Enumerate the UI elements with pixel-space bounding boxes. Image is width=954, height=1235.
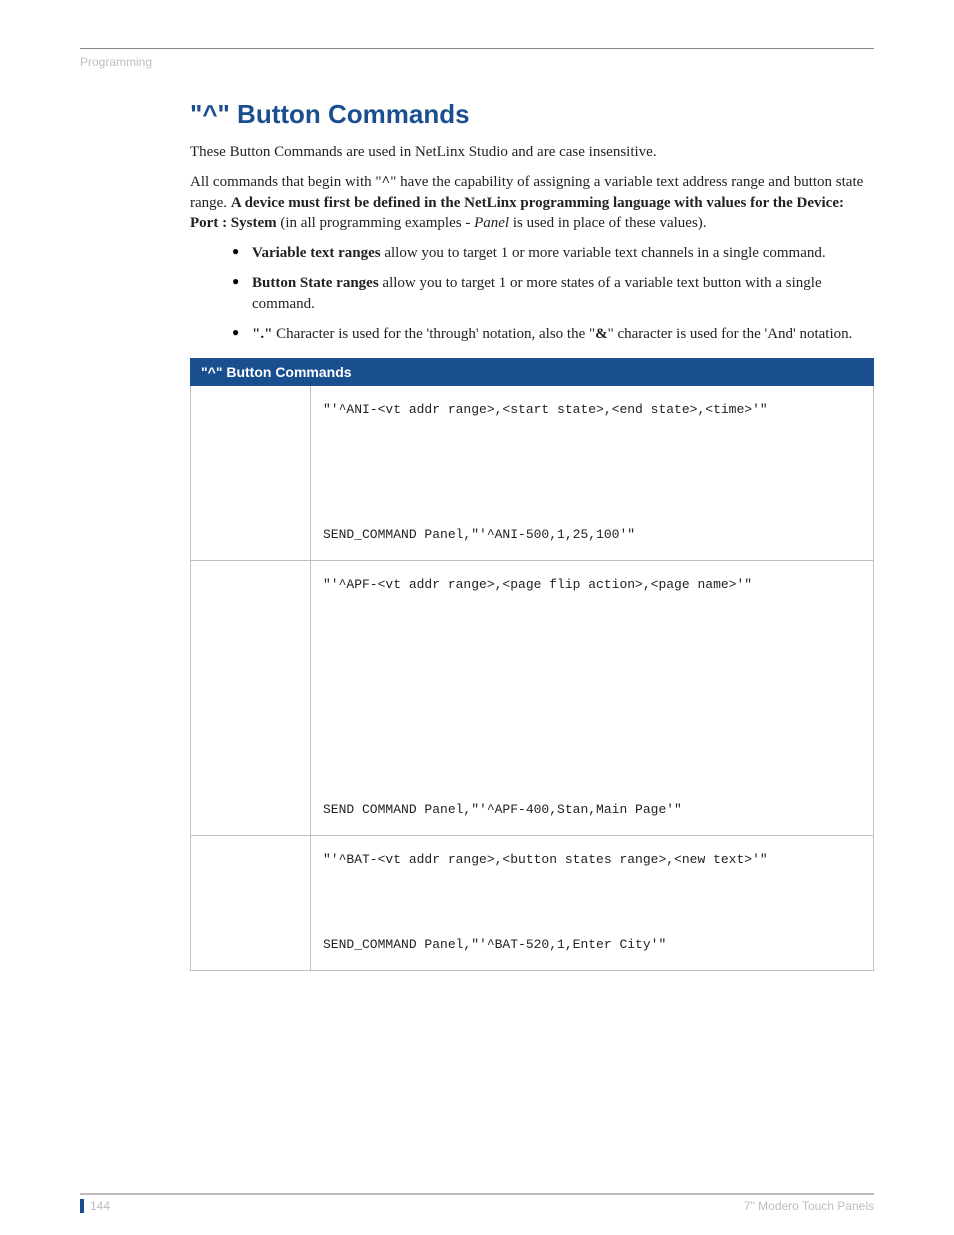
bullet-text2: " character is used for the 'And' notati… [608, 326, 853, 342]
bullet-item: Button State ranges allow you to target … [232, 273, 874, 314]
table-row: "'^BAT-<vt addr range>,<button states ra… [191, 836, 874, 971]
bullet-text: allow you to target 1 or more variable t… [381, 245, 826, 261]
page-title: "^" Button Commands [190, 99, 874, 130]
intro2-post2: is used in place of these values). [509, 215, 706, 231]
bullet-bold: "." [252, 326, 272, 342]
bullet-bold: Variable text ranges [252, 245, 381, 261]
bullet-item: Variable text ranges allow you to target… [232, 243, 874, 263]
example-code: SEND_COMMAND Panel,"'^ANI-500,1,25,100'" [323, 527, 861, 542]
commands-table: "^" Button Commands "'^ANI-<vt addr rang… [190, 358, 874, 971]
page-footer: 144 7" Modero Touch Panels [80, 1193, 874, 1213]
syntax-code: "'^BAT-<vt addr range>,<button states ra… [323, 852, 861, 867]
intro2-post1: (in all programming examples - [277, 215, 474, 231]
table-cell-right: "'^BAT-<vt addr range>,<button states ra… [311, 836, 874, 971]
intro2-caret: ^ [382, 174, 391, 190]
example-code: SEND COMMAND Panel,"'^APF-400,Stan,Main … [323, 802, 861, 817]
main-content: "^" Button Commands These Button Command… [190, 99, 874, 971]
table-header: "^" Button Commands [191, 359, 874, 386]
table-cell-right: "'^ANI-<vt addr range>,<start state>,<en… [311, 386, 874, 561]
table-cell-left [191, 561, 311, 836]
bullet-amp: & [595, 326, 608, 342]
page-number: 144 [80, 1199, 110, 1213]
header-section-label: Programming [80, 55, 874, 69]
table-cell-right: "'^APF-<vt addr range>,<page flip action… [311, 561, 874, 836]
example-code: SEND_COMMAND Panel,"'^BAT-520,1,Enter Ci… [323, 937, 861, 952]
intro2-pre: All commands that begin with " [190, 174, 382, 190]
syntax-code: "'^ANI-<vt addr range>,<start state>,<en… [323, 402, 861, 417]
table-cell-left [191, 386, 311, 561]
table-row: "'^ANI-<vt addr range>,<start state>,<en… [191, 386, 874, 561]
syntax-code: "'^APF-<vt addr range>,<page flip action… [323, 577, 861, 592]
document-name: 7" Modero Touch Panels [744, 1199, 874, 1213]
bullet-text: Character is used for the 'through' nota… [272, 326, 595, 342]
table-row: "'^APF-<vt addr range>,<page flip action… [191, 561, 874, 836]
intro-paragraph-2: All commands that begin with "^" have th… [190, 172, 874, 233]
bullet-list: Variable text ranges allow you to target… [232, 243, 874, 344]
bullet-bold: Button State ranges [252, 275, 379, 291]
table-cell-left [191, 836, 311, 971]
intro-paragraph-1: These Button Commands are used in NetLin… [190, 142, 874, 162]
bullet-item: "." Character is used for the 'through' … [232, 324, 874, 344]
intro2-panel: Panel [474, 215, 509, 231]
